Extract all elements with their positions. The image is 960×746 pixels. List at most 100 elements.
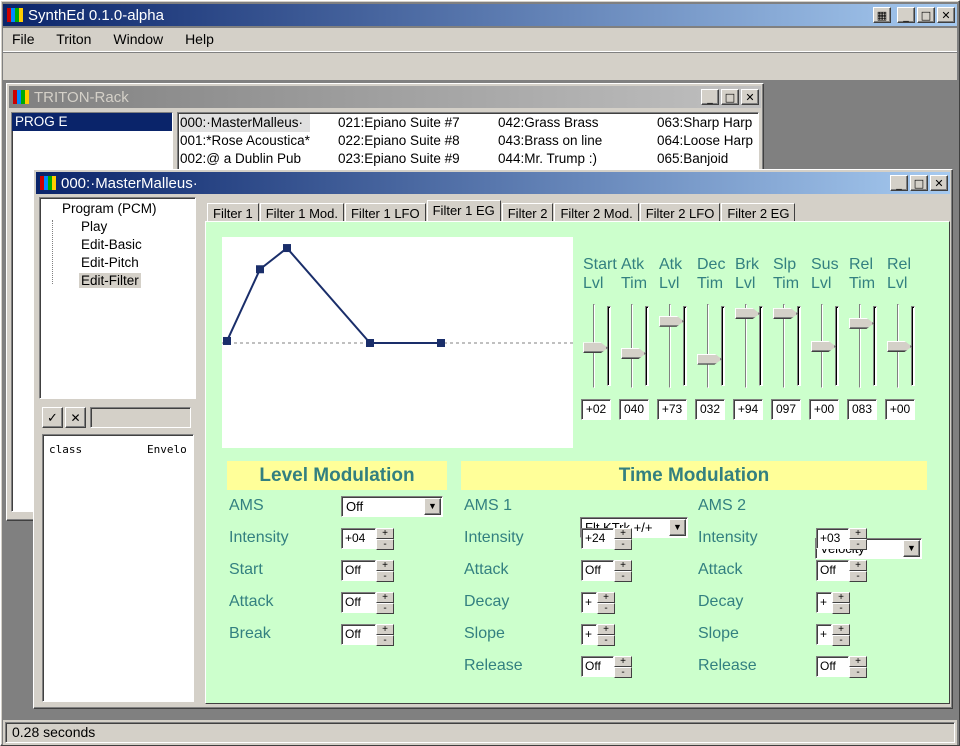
param-value[interactable]: + xyxy=(581,624,597,645)
tree-item-edit-basic[interactable]: Edit-Basic xyxy=(81,237,142,252)
spin-up-icon[interactable]: + xyxy=(849,528,867,539)
spin-up-icon[interactable]: + xyxy=(614,656,632,667)
spin-down-icon[interactable]: - xyxy=(376,603,394,614)
spin-down-icon[interactable]: - xyxy=(832,635,850,646)
fader-track[interactable] xyxy=(645,306,649,386)
program-item[interactable]: 002:@ a Dublin Pub xyxy=(180,150,310,168)
tree-root[interactable]: Program (PCM) xyxy=(62,201,157,216)
param-value[interactable]: Off xyxy=(341,592,376,613)
spin-up-icon[interactable]: + xyxy=(614,528,632,539)
fader-thumb[interactable] xyxy=(621,348,646,359)
spin-up-icon[interactable]: + xyxy=(849,560,867,571)
fader-value[interactable]: 097 xyxy=(771,399,801,420)
spin-down-icon[interactable]: - xyxy=(614,571,632,582)
spin-up-icon[interactable]: + xyxy=(597,624,615,635)
fader-thumb[interactable] xyxy=(659,315,684,327)
program-item[interactable]: 021:Epiano Suite #7 xyxy=(338,114,460,132)
program-item[interactable]: 063:Sharp Harp xyxy=(657,114,753,132)
spin-down-icon[interactable]: - xyxy=(376,635,394,646)
fader[interactable]: Brk Lvl +94 xyxy=(733,256,769,431)
spin-buttons[interactable]: + - xyxy=(376,560,394,582)
spin-up-icon[interactable]: + xyxy=(376,528,394,539)
spin-up-icon[interactable]: + xyxy=(832,592,850,603)
fader-value[interactable]: 083 xyxy=(847,399,877,420)
fader-value[interactable]: 032 xyxy=(695,399,725,420)
spin-buttons[interactable]: + - xyxy=(832,624,850,646)
editor-minimize-icon[interactable]: _ xyxy=(890,175,908,191)
spin-down-icon[interactable]: - xyxy=(614,667,632,678)
menu-window[interactable]: Window xyxy=(113,31,163,47)
fader[interactable]: Atk Lvl +73 xyxy=(657,256,693,431)
extra-icon[interactable]: ▦ xyxy=(873,7,891,23)
tree-item-play[interactable]: Play xyxy=(81,219,107,234)
envelope-point[interactable] xyxy=(437,339,445,347)
fader-value[interactable]: +00 xyxy=(809,399,839,420)
program-item[interactable]: 064:Loose Harp xyxy=(657,132,753,150)
spin-buttons[interactable]: + - xyxy=(376,528,394,550)
spin-down-icon[interactable]: - xyxy=(832,603,850,614)
fader-thumb[interactable] xyxy=(811,341,836,352)
main-title-bar[interactable]: SynthEd 0.1.0-alpha ▦ _ □ ✕ xyxy=(3,4,957,26)
spin-up-icon[interactable]: + xyxy=(376,560,394,571)
fader-track[interactable] xyxy=(911,306,915,386)
editor-title-bar[interactable]: 000:·MasterMalleus· _ □ ✕ xyxy=(36,172,950,194)
param-value[interactable]: Off xyxy=(341,560,376,581)
spin-up-icon[interactable]: + xyxy=(376,592,394,603)
cancel-button[interactable]: ✕ xyxy=(65,407,86,428)
confirm-button[interactable]: ✓ xyxy=(42,407,63,428)
envelope-point[interactable] xyxy=(256,265,264,274)
editor-maximize-icon[interactable]: □ xyxy=(910,175,928,191)
fader[interactable]: Start Lvl +02 xyxy=(581,256,617,431)
param-value[interactable]: Off xyxy=(581,560,614,581)
param-value[interactable]: Off xyxy=(816,656,849,677)
spin-down-icon[interactable]: - xyxy=(376,539,394,550)
fader-track[interactable] xyxy=(721,306,725,386)
spin-down-icon[interactable]: - xyxy=(849,571,867,582)
spin-up-icon[interactable]: + xyxy=(614,560,632,571)
spin-down-icon[interactable]: - xyxy=(597,635,615,646)
fader-thumb[interactable] xyxy=(849,317,874,329)
envelope-point[interactable] xyxy=(223,336,231,345)
fader-value[interactable]: +94 xyxy=(733,399,763,420)
fader[interactable]: Sus Lvl +00 xyxy=(809,256,845,431)
spin-buttons[interactable]: + - xyxy=(597,592,615,614)
spin-buttons[interactable]: + - xyxy=(597,624,615,646)
spin-buttons[interactable]: + - xyxy=(832,592,850,614)
fader-track[interactable] xyxy=(873,306,877,386)
fader-track[interactable] xyxy=(835,306,839,386)
param-value[interactable]: + xyxy=(816,592,832,613)
fader[interactable]: Rel Lvl +00 xyxy=(885,256,921,431)
edit-field[interactable] xyxy=(90,407,191,428)
program-list[interactable]: 000:·MasterMalleus· 001:*Rose Acoustica*… xyxy=(177,112,759,172)
fader-value[interactable]: +00 xyxy=(885,399,915,420)
spin-buttons[interactable]: + - xyxy=(849,560,867,582)
rack-maximize-icon[interactable]: □ xyxy=(721,89,739,105)
minimize-icon[interactable]: _ xyxy=(897,7,915,23)
program-tree[interactable]: Program (PCM) Play Edit-Basic Edit-Pitch… xyxy=(39,197,196,399)
program-item[interactable]: 043:Brass on line xyxy=(498,132,602,150)
spin-down-icon[interactable]: - xyxy=(614,539,632,550)
spin-buttons[interactable]: + - xyxy=(376,624,394,646)
fader-track[interactable] xyxy=(797,306,801,386)
editor-close-icon[interactable]: ✕ xyxy=(930,175,948,191)
spin-up-icon[interactable]: + xyxy=(832,624,850,635)
program-item[interactable]: 023:Epiano Suite #9 xyxy=(338,150,460,168)
fader-track[interactable] xyxy=(607,306,611,386)
level-ams-select[interactable]: Off ▼ xyxy=(341,496,443,517)
fader[interactable]: Dec Tim 032 xyxy=(695,256,731,431)
fader-value[interactable]: 040 xyxy=(619,399,649,420)
spin-buttons[interactable]: + - xyxy=(849,656,867,678)
param-value[interactable]: +03 xyxy=(816,528,849,549)
param-value[interactable]: + xyxy=(816,624,832,645)
spin-buttons[interactable]: + - xyxy=(614,656,632,678)
spin-buttons[interactable]: + - xyxy=(376,592,394,614)
rack-close-icon[interactable]: ✕ xyxy=(741,89,759,105)
fader[interactable]: Atk Tim 040 xyxy=(619,256,655,431)
fader[interactable]: Slp Tim 097 xyxy=(771,256,807,431)
spin-buttons[interactable]: + - xyxy=(849,528,867,550)
fader-value[interactable]: +73 xyxy=(657,399,687,420)
fader-thumb[interactable] xyxy=(887,341,912,352)
maximize-icon[interactable]: □ xyxy=(917,7,935,23)
program-item[interactable]: 000:·MasterMalleus· xyxy=(180,114,310,132)
close-icon[interactable]: ✕ xyxy=(937,7,955,23)
